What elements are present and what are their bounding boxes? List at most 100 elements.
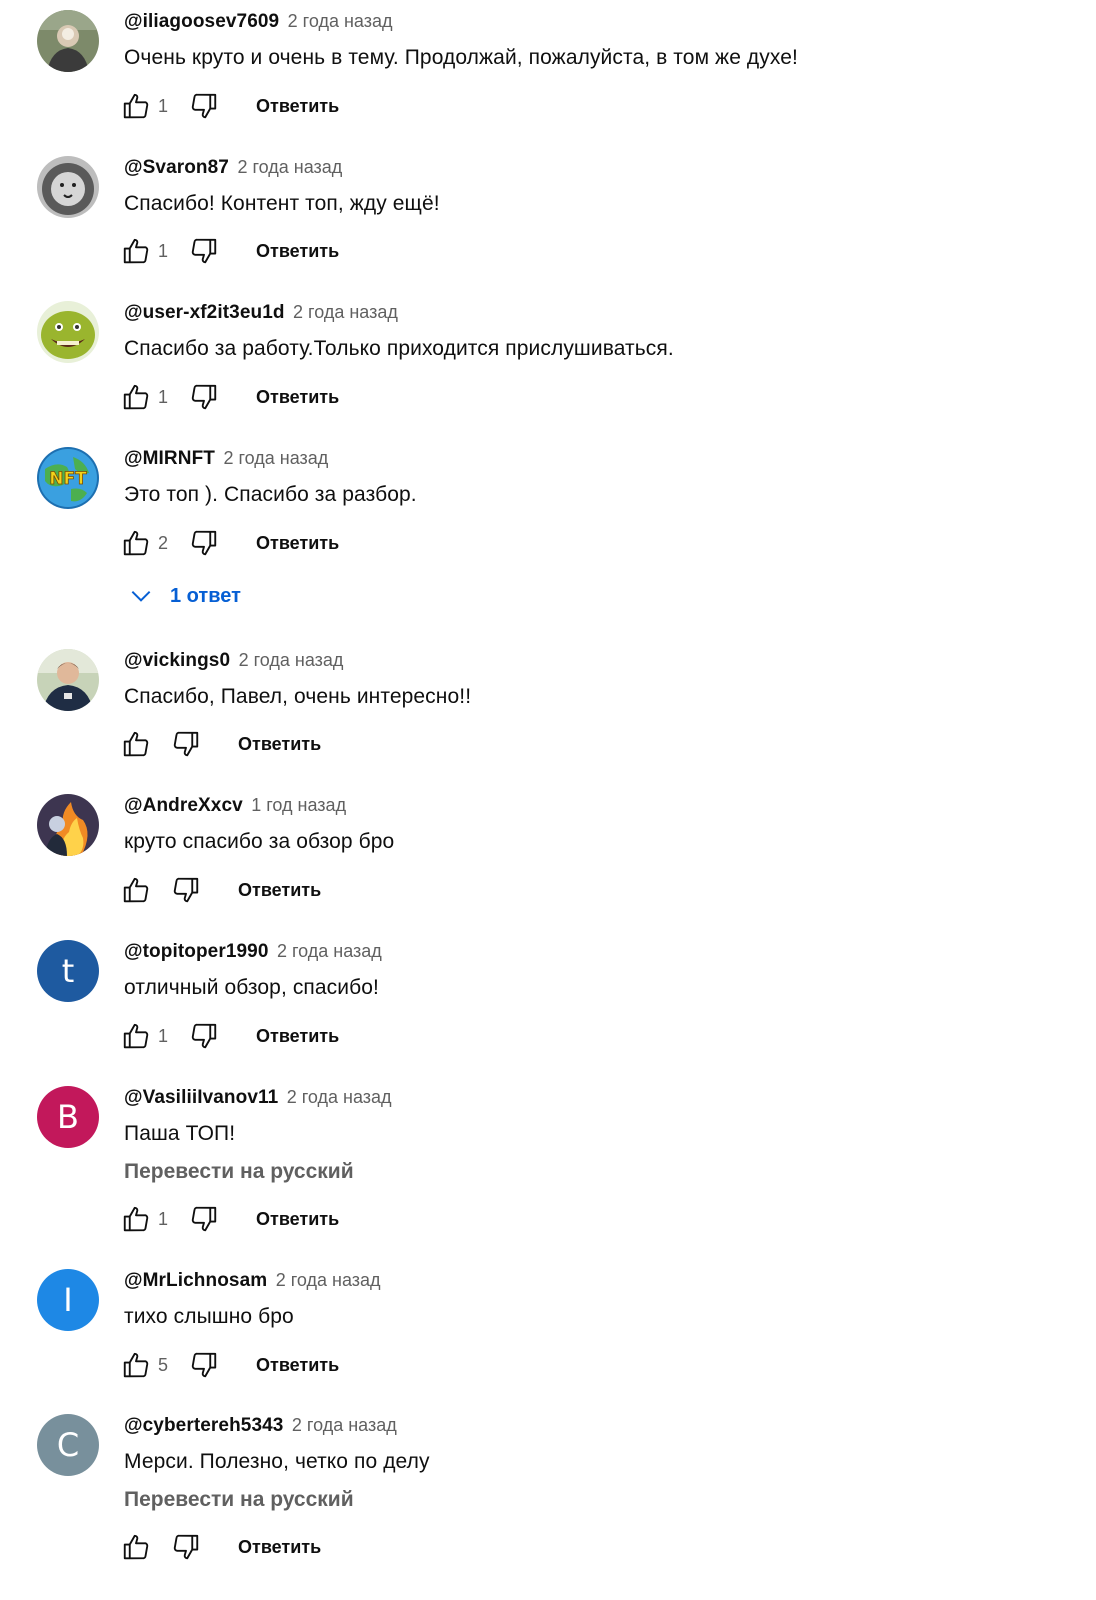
- reply-button[interactable]: Ответить: [256, 533, 339, 554]
- shrek-icon: [37, 301, 99, 363]
- thumbs-down-icon: [191, 1023, 217, 1049]
- like-count: 1: [158, 1025, 169, 1046]
- like-button[interactable]: [118, 1347, 154, 1383]
- author-name[interactable]: @user-xf2it3eu1d: [124, 302, 285, 323]
- like-button[interactable]: [118, 1018, 154, 1054]
- thumbs-up-icon: [123, 731, 149, 757]
- author-name[interactable]: @Svaron87: [124, 157, 229, 178]
- comment-header: @topitoper1990 2 года назад: [124, 941, 382, 963]
- like-button[interactable]: [118, 379, 154, 415]
- like-button[interactable]: [118, 1201, 154, 1237]
- comment-header: @Svaron87 2 года назад: [124, 157, 342, 179]
- timestamp[interactable]: 2 года назад: [293, 302, 398, 322]
- reply-button[interactable]: Ответить: [238, 734, 321, 755]
- timestamp[interactable]: 2 года назад: [223, 448, 328, 468]
- like-button[interactable]: [118, 233, 154, 269]
- like-count: 1: [158, 1208, 169, 1229]
- comment-text: Мерси. Полезно, четко по делу: [124, 1450, 430, 1473]
- avatar[interactable]: t: [37, 940, 99, 1002]
- comment-text: круто спасибо за обзор бро: [124, 830, 395, 853]
- like-button[interactable]: [118, 525, 154, 561]
- dislike-button[interactable]: [168, 726, 204, 762]
- like-count: 1: [158, 240, 169, 261]
- comment-header: @VasiliiIvanov11 2 года назад: [124, 1087, 392, 1109]
- thumbs-down-icon: [191, 238, 217, 264]
- author-name[interactable]: @AndreXxcv: [124, 795, 243, 816]
- reply-button[interactable]: Ответить: [256, 1209, 339, 1230]
- reply-button[interactable]: Ответить: [256, 387, 339, 408]
- svg-text:NFT: NFT: [49, 469, 87, 489]
- avatar[interactable]: [37, 794, 99, 856]
- timestamp[interactable]: 2 года назад: [288, 11, 393, 31]
- like-count: 5: [158, 1354, 169, 1375]
- timestamp[interactable]: 2 года назад: [239, 650, 344, 670]
- thumbs-down-icon: [191, 1352, 217, 1378]
- like-button[interactable]: [118, 726, 154, 762]
- comment-text: Спасибо, Павел, очень интересно!!: [124, 685, 472, 708]
- reply-button[interactable]: Ответить: [256, 241, 339, 262]
- reply-button[interactable]: Ответить: [238, 880, 321, 901]
- avatar[interactable]: NFT: [37, 447, 99, 509]
- dislike-button[interactable]: [186, 88, 222, 124]
- author-name[interactable]: @MIRNFT: [124, 448, 215, 469]
- dislike-button[interactable]: [186, 525, 222, 561]
- dislike-button[interactable]: [168, 1529, 204, 1565]
- dislike-button[interactable]: [186, 233, 222, 269]
- author-name[interactable]: @VasiliiIvanov11: [124, 1087, 278, 1108]
- thumbs-up-icon: [123, 384, 149, 410]
- thumbs-up-icon: [123, 238, 149, 264]
- avatar[interactable]: I: [37, 1269, 99, 1331]
- author-name[interactable]: @cybertereh5343: [124, 1415, 283, 1436]
- timestamp[interactable]: 2 года назад: [276, 1270, 381, 1290]
- thumbs-down-icon: [191, 93, 217, 119]
- thumbs-up-icon: [123, 1023, 149, 1049]
- dislike-button[interactable]: [186, 379, 222, 415]
- comment-actions: Ответить: [118, 726, 321, 762]
- translate-button[interactable]: Перевести на русский: [124, 1488, 354, 1512]
- avatar[interactable]: C: [37, 1414, 99, 1476]
- translate-button[interactable]: Перевести на русский: [124, 1160, 354, 1184]
- dislike-button[interactable]: [168, 872, 204, 908]
- dislike-button[interactable]: [186, 1347, 222, 1383]
- author-name[interactable]: @iliagoosev7609: [124, 11, 279, 32]
- like-button[interactable]: [118, 88, 154, 124]
- comment-actions: 2 Ответить: [118, 525, 339, 561]
- reply-button[interactable]: Ответить: [256, 1026, 339, 1047]
- lion-icon: [37, 156, 99, 218]
- comment-text: Спасибо за работу.Только приходится прис…: [124, 337, 674, 360]
- thumbs-up-icon: [123, 1534, 149, 1560]
- nft-globe-icon: NFT: [37, 447, 99, 509]
- comment-actions: 1 Ответить: [118, 88, 339, 124]
- comment-header: @MIRNFT 2 года назад: [124, 448, 328, 470]
- chevron-down-icon: [131, 590, 151, 602]
- avatar-letter: t: [61, 952, 75, 990]
- comment-header: @vickings0 2 года назад: [124, 650, 343, 672]
- avatar-letter: C: [56, 1426, 80, 1464]
- avatar[interactable]: B: [37, 1086, 99, 1148]
- comment-text: отличный обзор, спасибо!: [124, 976, 379, 999]
- reply-button[interactable]: Ответить: [256, 1355, 339, 1376]
- timestamp[interactable]: 2 года назад: [287, 1087, 392, 1107]
- show-replies-button[interactable]: 1 ответ: [128, 581, 241, 611]
- timestamp[interactable]: 2 года назад: [237, 157, 342, 177]
- reply-button[interactable]: Ответить: [256, 96, 339, 117]
- comment-header: @cybertereh5343 2 года назад: [124, 1415, 397, 1437]
- dislike-button[interactable]: [186, 1018, 222, 1054]
- avatar[interactable]: [37, 156, 99, 218]
- avatar[interactable]: [37, 301, 99, 363]
- reply-button[interactable]: Ответить: [238, 1537, 321, 1558]
- author-name[interactable]: @MrLichnosam: [124, 1270, 267, 1291]
- author-name[interactable]: @topitoper1990: [124, 941, 269, 962]
- like-button[interactable]: [118, 1529, 154, 1565]
- like-button[interactable]: [118, 872, 154, 908]
- fire-art-icon: [37, 794, 99, 856]
- avatar[interactable]: [37, 10, 99, 72]
- thumbs-up-icon: [123, 1206, 149, 1232]
- replies-count-label: 1 ответ: [170, 584, 241, 607]
- timestamp[interactable]: 1 год назад: [251, 795, 346, 815]
- dislike-button[interactable]: [186, 1201, 222, 1237]
- timestamp[interactable]: 2 года назад: [277, 941, 382, 961]
- timestamp[interactable]: 2 года назад: [292, 1415, 397, 1435]
- avatar[interactable]: [37, 649, 99, 711]
- author-name[interactable]: @vickings0: [124, 650, 230, 671]
